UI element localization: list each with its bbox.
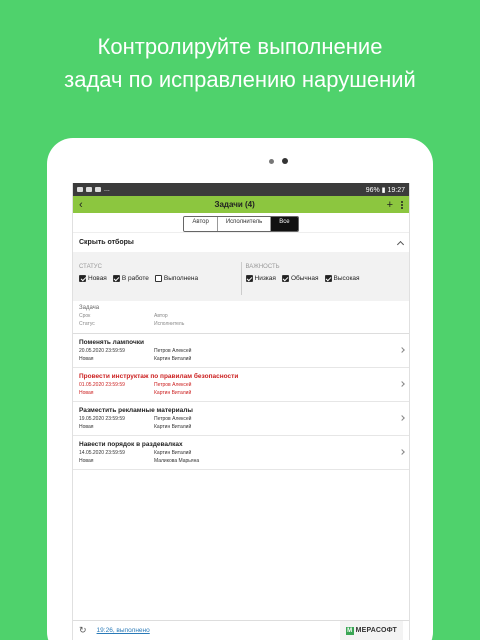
brand-name: МЕРАСОФТ: [355, 627, 397, 634]
headline-line-2: задач по исправлению нарушений: [64, 67, 416, 92]
importance-filter-group: ВАЖНОСТЬ Низкая Обычная Высокая: [245, 252, 404, 301]
importance-normal-checkbox[interactable]: Обычная: [281, 275, 319, 282]
column-author: Автор: [154, 313, 168, 319]
status-bar: ... 96% ▮ 19:27: [73, 183, 409, 196]
notification-icon: [86, 187, 92, 192]
promo-headline: Контролируйте выполнение задач по исправ…: [0, 30, 480, 96]
filters-panel: СТАТУС Новая В работе Выполнена ВАЖНОСТЬ…: [73, 252, 409, 301]
task-row[interactable]: Навести порядок в раздевалках 14.05.2020…: [73, 436, 409, 470]
task-executor: Картин Виталий: [154, 390, 192, 396]
task-name: Провести инструктаж по правилам безопасн…: [79, 373, 239, 380]
status-inwork-checkbox[interactable]: В работе: [112, 275, 149, 282]
checkbox-label: Выполнена: [163, 275, 199, 282]
filters-toggle[interactable]: Скрыть отборы: [73, 232, 409, 252]
task-author: Петров Алексей: [154, 416, 192, 422]
task-row[interactable]: Разместить рекламные материалы 19.05.202…: [73, 402, 409, 436]
checkbox-label: Высокая: [333, 275, 360, 282]
status-overflow: ...: [104, 186, 110, 193]
sync-footer: ↻ 19:26, выполнено M МЕРАСОФТ: [73, 620, 409, 640]
app-screen: ... 96% ▮ 19:27 ‹ Задачи (4) + Автор Исп…: [72, 183, 410, 640]
status-filter-group: СТАТУС Новая В работе Выполнена: [79, 252, 237, 301]
segment-all[interactable]: Все: [271, 217, 298, 231]
checkbox-checked-icon: [281, 275, 289, 282]
column-executor: Исполнитель: [154, 321, 185, 327]
status-new-checkbox[interactable]: Новая: [79, 275, 107, 282]
column-task: Задача: [79, 305, 100, 311]
task-deadline: 20.05.2020 23:59:59: [79, 348, 125, 354]
notification-icon: [95, 187, 101, 192]
task-name: Навести порядок в раздевалках: [79, 441, 183, 448]
app-toolbar: ‹ Задачи (4) +: [73, 196, 409, 213]
checkbox-unchecked-icon: [154, 275, 162, 282]
brand-logo: M МЕРАСОФТ: [339, 621, 403, 640]
task-executor: Картин Виталий: [154, 356, 192, 362]
segment-author[interactable]: Автор: [184, 217, 218, 231]
status-right: 96% ▮ 19:27: [365, 186, 405, 194]
task-deadline: 14.05.2020 23:59:59: [79, 450, 125, 456]
page-title: Задачи (4): [214, 200, 255, 209]
chevron-up-icon: [396, 240, 405, 248]
task-executor: Картин Виталий: [154, 424, 192, 430]
task-author: Петров Алексей: [154, 382, 192, 388]
task-status: Новая: [79, 390, 94, 396]
task-author: Петров Алексей: [154, 348, 192, 354]
task-status: Новая: [79, 458, 94, 464]
column-status: Статус: [79, 321, 95, 327]
importance-filter-title: ВАЖНОСТЬ: [245, 264, 280, 270]
checkbox-label: Обычная: [290, 275, 319, 282]
importance-low-checkbox[interactable]: Низкая: [245, 275, 276, 282]
checkbox-checked-icon: [112, 275, 120, 282]
status-done-checkbox[interactable]: Выполнена: [154, 275, 199, 282]
task-list-header: Задача Срок Автор Статус Исполнитель: [73, 301, 409, 334]
segment-executor[interactable]: Исполнитель: [217, 217, 272, 231]
task-row[interactable]: Провести инструктаж по правилам безопасн…: [73, 368, 409, 402]
filters-toggle-label: Скрыть отборы: [79, 239, 134, 246]
sensor-dot: [269, 159, 274, 164]
filter-divider: [240, 262, 242, 295]
checkbox-label: Низкая: [254, 275, 276, 282]
sync-status-link[interactable]: 19:26, выполнено: [97, 627, 150, 634]
checkbox-checked-icon: [324, 275, 332, 282]
task-author: Картин Виталий: [154, 450, 192, 456]
more-vertical-icon[interactable]: [401, 200, 403, 209]
refresh-icon[interactable]: ↻: [79, 625, 87, 636]
task-deadline: 01.05.2020 23:59:59: [79, 382, 125, 388]
notification-icon: [77, 187, 83, 192]
add-task-button[interactable]: +: [387, 199, 393, 211]
checkbox-checked-icon: [79, 275, 86, 282]
camera-icon: [282, 158, 288, 164]
task-name: Разместить рекламные материалы: [79, 407, 193, 414]
task-executor: Маликова Марьяна: [154, 458, 200, 464]
task-name: Поменять лампочки: [79, 339, 144, 346]
role-segmented-control: Автор Исполнитель Все: [183, 216, 299, 232]
checkbox-checked-icon: [245, 275, 253, 282]
brand-mark-icon: M: [345, 626, 354, 635]
task-list: Поменять лампочки 20.05.2020 23:59:59 Пе…: [73, 334, 409, 470]
role-segment-bar: Автор Исполнитель Все: [73, 213, 409, 232]
task-status: Новая: [79, 356, 94, 362]
checkbox-label: В работе: [121, 275, 149, 282]
status-filter-title: СТАТУС: [79, 264, 102, 270]
checkbox-label: Новая: [88, 275, 107, 282]
task-status: Новая: [79, 424, 94, 430]
headline-line-1: Контролируйте выполнение: [97, 34, 383, 59]
arrow-left-icon[interactable]: ‹: [79, 199, 83, 211]
task-row[interactable]: Поменять лампочки 20.05.2020 23:59:59 Пе…: [73, 334, 409, 368]
importance-high-checkbox[interactable]: Высокая: [324, 275, 360, 282]
task-deadline: 19.05.2020 23:59:59: [79, 416, 125, 422]
column-deadline: Срок: [79, 313, 91, 319]
